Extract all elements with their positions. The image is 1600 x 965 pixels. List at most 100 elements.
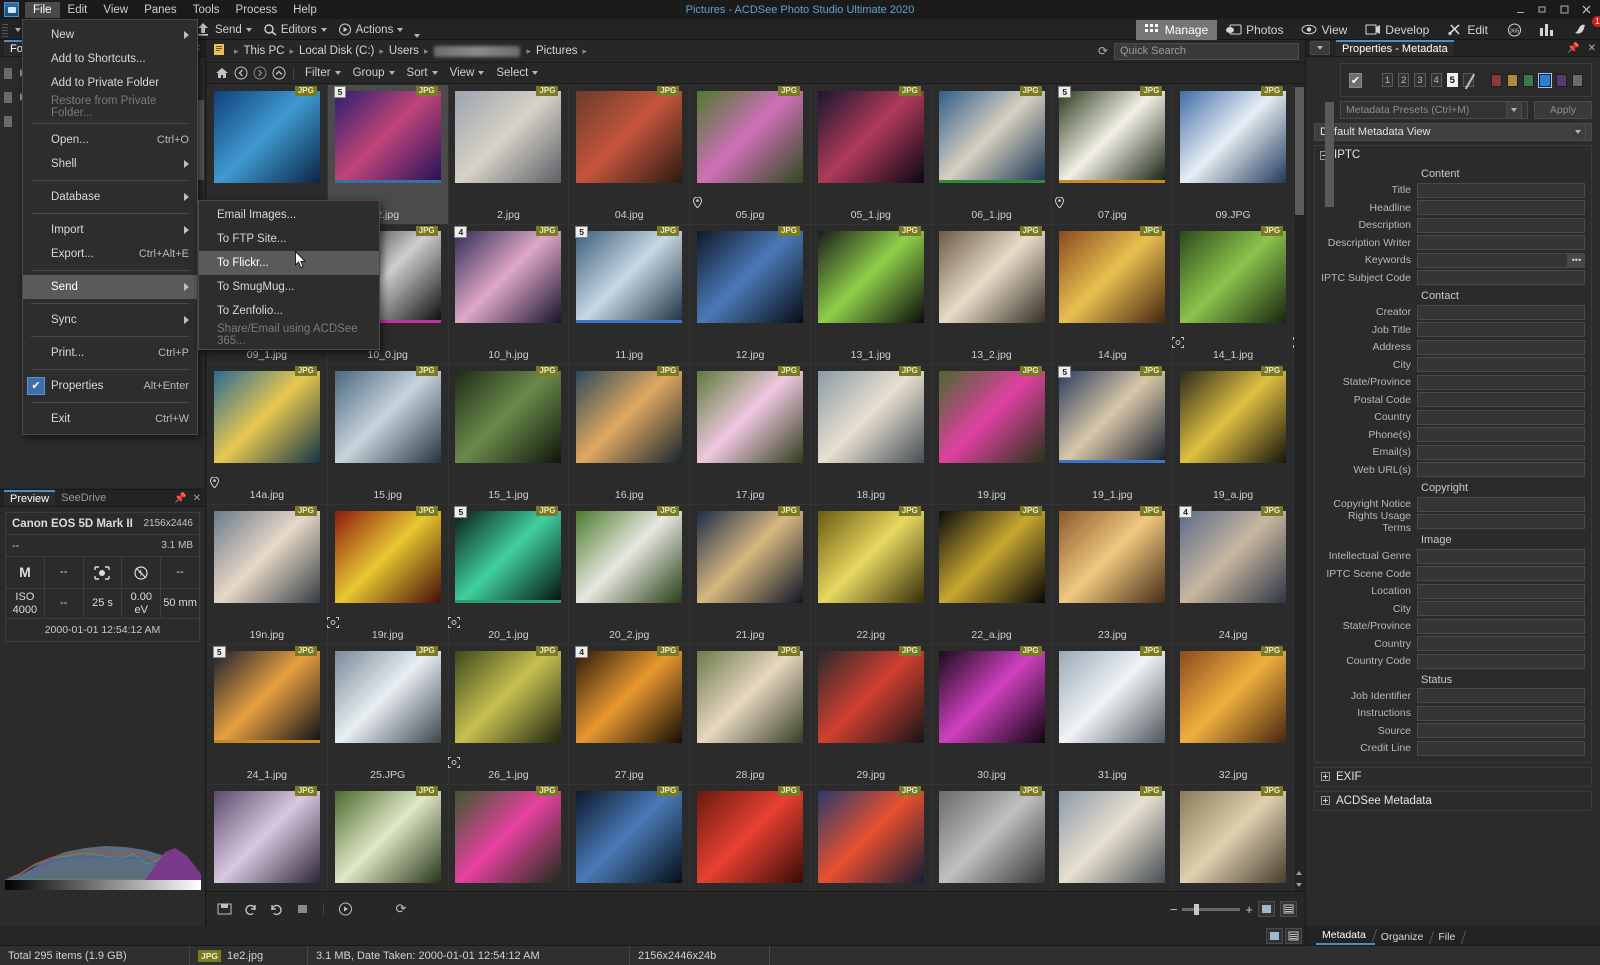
scrollbar-thumb[interactable] (1325, 102, 1334, 207)
color-label-purple[interactable] (1556, 74, 1567, 87)
thumbnail-image[interactable]: JPG (1059, 651, 1165, 743)
field-input[interactable] (1417, 497, 1585, 512)
field-input[interactable] (1417, 375, 1585, 390)
acdsee-365-button[interactable]: 365 (1497, 20, 1530, 39)
thumbnail-image[interactable]: JPG5 (576, 231, 682, 323)
thumbnail-image[interactable]: JPG (335, 651, 441, 743)
field-input[interactable] (1417, 305, 1585, 320)
thumbnail-cell[interactable]: JPG09.JPG (1173, 85, 1294, 225)
close-icon[interactable]: ✕ (193, 493, 201, 504)
refresh-icon[interactable]: ⟳ (1098, 44, 1108, 58)
search-input[interactable]: Quick Search (1114, 43, 1299, 60)
zoom-slider[interactable] (1182, 908, 1240, 911)
pin-icon[interactable]: 📌 (174, 493, 186, 504)
field-input[interactable] (1417, 741, 1585, 756)
thumbnail-image[interactable]: JPG (455, 791, 561, 883)
section-exif[interactable]: EXIF (1314, 767, 1592, 787)
thumbnail-cell[interactable]: JPG20_2.jpg (569, 505, 690, 645)
thumbnail-image[interactable]: JPG (939, 511, 1045, 603)
thumbnail-cell[interactable]: JPG507.jpg (1052, 85, 1173, 225)
field-input[interactable] (1417, 462, 1585, 477)
menu-item-send[interactable]: Send (23, 275, 197, 299)
scrollbar-thumb[interactable] (197, 100, 204, 180)
up-icon[interactable] (270, 66, 287, 81)
rating-4[interactable]: 4 (1431, 73, 1442, 87)
thumbnail-image[interactable]: JPG (939, 371, 1045, 463)
color-label-green[interactable] (1523, 74, 1534, 87)
filter-button[interactable]: Filter (300, 66, 346, 80)
field-input[interactable] (1417, 445, 1585, 460)
thumbnail-image[interactable]: JPG (939, 651, 1045, 743)
metadata-presets-select[interactable]: Metadata Presets (Ctrl+M) (1340, 101, 1528, 119)
thumbnail-image[interactable]: JPG4 (1180, 511, 1286, 603)
menu-process[interactable]: Process (228, 2, 286, 18)
thumbnail-cell[interactable]: JPG524_1.jpg (207, 645, 328, 785)
thumbnail-image[interactable]: JPG (818, 371, 924, 463)
thumbnail-cell[interactable]: JPG21.jpg (690, 505, 811, 645)
thumbnail-image[interactable]: JPG (1059, 511, 1165, 603)
color-label-red[interactable] (1491, 74, 1502, 87)
thumbnail-image[interactable]: JPG (697, 371, 803, 463)
field-input[interactable] (1417, 427, 1585, 442)
field-input[interactable] (1417, 601, 1585, 616)
tab-preview[interactable]: Preview (4, 490, 55, 506)
thumbnail-cell[interactable]: JPG19_a.jpg (1173, 365, 1294, 505)
thumbnail-cell[interactable]: JPG17.jpg (690, 365, 811, 505)
thumbnail-image[interactable]: JPG (818, 511, 924, 603)
field-input[interactable] (1417, 200, 1585, 215)
thumbnail-cell[interactable]: JPG05_1.jpg (811, 85, 932, 225)
refresh-icon[interactable]: ⟳ (392, 901, 410, 918)
chevron-down-icon[interactable] (1570, 123, 1586, 141)
crumb-local-disk[interactable]: Local Disk (C:) (296, 45, 377, 57)
thumbnail-image[interactable]: JPG (455, 91, 561, 183)
thumbnail-image[interactable]: JPG (576, 91, 682, 183)
thumbnail-image[interactable]: JPG (214, 791, 320, 883)
thumbnail-cell[interactable]: JPG519_1.jpg (1052, 365, 1173, 505)
rating-checkbox[interactable]: ✔ (1349, 73, 1362, 88)
thumbnail-image[interactable]: JPG (455, 651, 561, 743)
thumbnail-image[interactable]: JPG (939, 231, 1045, 323)
field-input[interactable] (1417, 253, 1568, 268)
menu-item-properties[interactable]: ✔PropertiesAlt+Enter (23, 374, 197, 398)
menu-item-import[interactable]: Import (23, 218, 197, 242)
thumbnail-cell[interactable]: JPG22_a.jpg (932, 505, 1053, 645)
save-thumbnails-icon[interactable] (215, 901, 233, 918)
menu-item-export[interactable]: Export...Ctrl+Alt+E (23, 242, 197, 266)
thumbnail-cell[interactable]: JPG511.jpg (569, 225, 690, 365)
thumbnail-cell[interactable]: JPG424.jpg (1173, 505, 1294, 645)
stop-icon[interactable] (293, 901, 311, 918)
thumbnail-image[interactable]: JPG (214, 91, 320, 183)
submenu-item-to-flickr[interactable]: To Flickr... (199, 251, 379, 275)
notifications-button[interactable]: 1 (1563, 20, 1600, 39)
thumbnail-cell[interactable]: JPG30.jpg (932, 645, 1053, 785)
field-input[interactable] (1417, 270, 1585, 285)
crumb-pictures[interactable]: Pictures (533, 45, 581, 57)
pin-icon[interactable]: 📌 (1567, 43, 1579, 54)
thumbnail-image[interactable]: JPG (335, 511, 441, 603)
chevron-down-icon[interactable] (1506, 101, 1522, 119)
thumbnail-image[interactable]: JPG5 (1059, 371, 1165, 463)
field-input[interactable] (1417, 392, 1585, 407)
thumbnail-image[interactable]: JPG (697, 91, 803, 183)
thumbnail-image[interactable]: JPG5 (214, 651, 320, 743)
thumbnail-image[interactable]: JPG (576, 371, 682, 463)
thumbnail-cell[interactable]: JPG (207, 785, 328, 891)
submenu-item-email-images[interactable]: Email Images... (199, 203, 379, 227)
menu-file[interactable]: File (25, 2, 60, 18)
color-label-orange[interactable] (1507, 74, 1518, 87)
rating-1[interactable]: 1 (1382, 73, 1393, 87)
thumbnail-cell[interactable]: JPG12.jpg (690, 225, 811, 365)
field-input[interactable] (1417, 340, 1585, 355)
thumbnail-cell[interactable]: JPG23.jpg (1052, 505, 1173, 645)
menu-item-exit[interactable]: ExitCtrl+W (23, 407, 197, 431)
thumbnail-cell[interactable]: JPG06_1.jpg (932, 85, 1053, 225)
thumbnail-view-icon[interactable] (1258, 901, 1275, 917)
crumb-users[interactable]: Users (386, 45, 422, 57)
thumbnail-image[interactable]: JPG (697, 791, 803, 883)
expand-icon[interactable] (1321, 772, 1330, 781)
submenu-item-to-ftp-site[interactable]: To FTP Site... (199, 227, 379, 251)
maximize-button[interactable] (1554, 2, 1574, 17)
rotate-right-icon[interactable] (267, 901, 285, 918)
rating-5[interactable]: 5 (1447, 73, 1458, 87)
field-input[interactable] (1417, 706, 1585, 721)
